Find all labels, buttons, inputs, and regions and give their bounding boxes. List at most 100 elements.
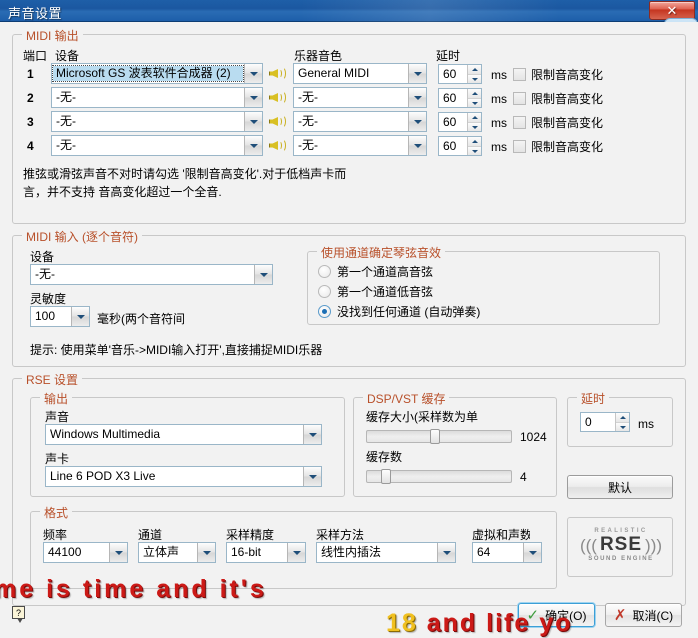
limit-pitch-checkbox[interactable]: 限制音高变化 — [513, 138, 603, 155]
chevron-down-icon[interactable] — [287, 543, 305, 562]
title-bar-sheen — [300, 0, 560, 22]
window-title: 声音设置 — [8, 6, 63, 21]
radio-low-string[interactable]: 第一个通道低音弦 — [318, 283, 433, 300]
chevron-down-icon[interactable] — [244, 88, 262, 107]
chevron-down-icon[interactable] — [71, 307, 89, 326]
chevron-down-icon[interactable] — [303, 425, 321, 444]
instrument-combobox[interactable]: -无- — [293, 111, 427, 132]
channel-combobox[interactable]: 立体声 — [138, 542, 216, 563]
spin-down-icon[interactable] — [468, 122, 481, 131]
buffer-size-slider[interactable] — [366, 429, 512, 444]
device-combobox[interactable]: -无- — [51, 87, 263, 108]
title-bar: 声音设置 ✕ — [0, 0, 698, 22]
rse-settings-group: RSE 设置 输出 声音 Windows Multimedia 声卡 Line … — [12, 371, 686, 606]
radio-auto-play[interactable]: 没找到任何通道 (自动弹奏) — [318, 303, 480, 320]
sample-method-combobox[interactable]: 线性内插法 — [316, 542, 456, 563]
instrument-value: -无- — [298, 138, 318, 152]
default-button[interactable]: 默认 — [567, 475, 673, 499]
speaker-icon[interactable] — [269, 138, 286, 153]
rse-latency-group: 延时 0 ms — [567, 390, 673, 447]
ms-unit: ms — [491, 116, 507, 130]
latency-value: 0 — [585, 415, 592, 429]
spin-down-icon[interactable] — [468, 146, 481, 155]
sensitivity-combobox[interactable]: 100 — [30, 306, 90, 327]
delay-spinner[interactable]: 60 — [438, 112, 482, 132]
chevron-down-icon[interactable] — [244, 112, 262, 131]
chevron-down-icon[interactable] — [109, 543, 127, 562]
chevron-down-icon[interactable] — [408, 136, 426, 155]
delay-spinner[interactable]: 60 — [438, 64, 482, 84]
cancel-button[interactable]: ✗ 取消(C) — [605, 603, 682, 627]
checkbox-box — [513, 116, 526, 129]
chevron-down-icon[interactable] — [197, 543, 215, 562]
virtual-voices-combobox[interactable]: 64 — [472, 542, 542, 563]
midi-input-device-value: -无- — [35, 267, 55, 281]
latency-spinner[interactable]: 0 — [580, 412, 630, 432]
buffer-count-value: 4 — [520, 470, 527, 484]
spin-up-icon[interactable] — [468, 137, 481, 147]
spin-up-icon[interactable] — [468, 113, 481, 123]
chevron-down-icon[interactable] — [523, 543, 541, 562]
rse-logo: REALISTIC ((( RSE ))) SOUND ENGINE — [573, 525, 669, 565]
midi-output-legend: MIDI 输出 — [22, 27, 83, 44]
device-column-header: 设备 — [55, 49, 80, 63]
midi-input-hint: 提示: 使用菜单'音乐->MIDI输入打开',直接捕捉MIDI乐器 — [30, 343, 323, 357]
delay-spinner[interactable]: 60 — [438, 136, 482, 156]
speaker-icon[interactable] — [269, 114, 286, 129]
chevron-down-icon[interactable] — [303, 467, 321, 486]
device-combobox[interactable]: -无- — [51, 111, 263, 132]
chevron-down-icon[interactable] — [254, 265, 272, 284]
overlay-lyric-line2: 18 and life yo — [386, 609, 572, 638]
limit-pitch-checkbox[interactable]: 限制音高变化 — [513, 114, 603, 131]
radio-high-string[interactable]: 第一个通道高音弦 — [318, 263, 433, 280]
rse-logo-box: REALISTIC ((( RSE ))) SOUND ENGINE — [567, 517, 673, 577]
speaker-icon[interactable] — [269, 90, 286, 105]
radio-dot — [318, 305, 331, 318]
rse-output-legend: 输出 — [40, 390, 73, 407]
spin-down-icon[interactable] — [468, 74, 481, 83]
frequency-combobox[interactable]: 44100 — [43, 542, 128, 563]
instrument-column-header: 乐器音色 — [294, 49, 343, 63]
spin-down-icon[interactable] — [468, 98, 481, 107]
spin-down-icon[interactable] — [616, 422, 629, 431]
rse-sound-label: 声音 — [45, 410, 70, 424]
chevron-down-icon[interactable] — [437, 543, 455, 562]
rse-soundcard-combobox[interactable]: Line 6 POD X3 Live — [45, 466, 322, 487]
radio-label: 没找到任何通道 (自动弹奏) — [337, 305, 481, 319]
row-port-number: 2 — [27, 91, 34, 105]
device-combobox[interactable]: -无- — [51, 135, 263, 156]
buffer-count-slider[interactable] — [366, 469, 512, 484]
midi-input-device-combobox[interactable]: -无- — [30, 264, 273, 285]
chevron-down-icon[interactable] — [244, 64, 262, 83]
rse-output-group: 输出 声音 Windows Multimedia 声卡 Line 6 POD X… — [30, 390, 345, 497]
port-column-header: 端口 — [23, 49, 48, 63]
overlay-lyric-highlight: 18 — [386, 609, 418, 637]
rse-latency-legend: 延时 — [577, 390, 610, 407]
instrument-combobox[interactable]: General MIDI — [293, 63, 427, 84]
instrument-combobox[interactable]: -无- — [293, 135, 427, 156]
limit-pitch-checkbox[interactable]: 限制音高变化 — [513, 90, 603, 107]
buffer-size-label: 缓存大小(采样数为单 — [366, 410, 478, 424]
cancel-button-label: 取消(C) — [632, 608, 674, 623]
instrument-value: General MIDI — [298, 66, 370, 80]
delay-spinner[interactable]: 60 — [438, 88, 482, 108]
spin-up-icon[interactable] — [616, 413, 629, 423]
rse-sound-combobox[interactable]: Windows Multimedia — [45, 424, 322, 445]
spin-up-icon[interactable] — [468, 89, 481, 99]
device-combobox[interactable]: Microsoft GS 波表软件合成器 (2) — [51, 63, 263, 84]
speaker-icon[interactable] — [269, 66, 286, 81]
help-icon[interactable]: ? — [12, 606, 26, 623]
slider-thumb[interactable] — [380, 469, 391, 484]
chevron-down-icon[interactable] — [408, 88, 426, 107]
instrument-combobox[interactable]: -无- — [293, 87, 427, 108]
limit-pitch-checkbox[interactable]: 限制音高变化 — [513, 66, 603, 83]
spin-up-icon[interactable] — [468, 65, 481, 75]
chevron-down-icon[interactable] — [408, 112, 426, 131]
checkbox-box — [513, 92, 526, 105]
chevron-down-icon[interactable] — [408, 64, 426, 83]
pitch-note-line1: 推弦或滑弦声音不对时请勾选 '限制音高变化'.对于低档声卡而 — [23, 167, 347, 181]
slider-thumb[interactable] — [429, 429, 440, 444]
bit-depth-combobox[interactable]: 16-bit — [226, 542, 306, 563]
chevron-down-icon[interactable] — [244, 136, 262, 155]
midi-input-group: MIDI 输入 (逐个音符) 设备 -无- 灵敏度 100 毫秒(两个音符间 提… — [12, 228, 686, 367]
